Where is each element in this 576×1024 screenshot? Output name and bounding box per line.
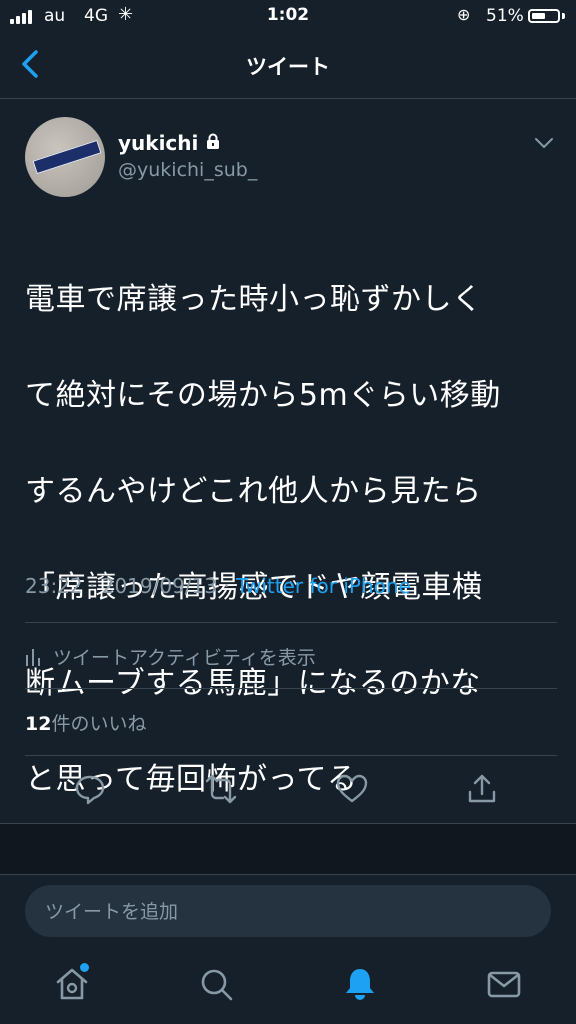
status-bar: au 4G ✳ 1:02 ⊕ 51% <box>0 0 576 34</box>
search-icon[interactable] <box>198 966 234 1002</box>
tweet-text: 電車で席譲った時小っ恥ずかしく て絶対にその場から5mぐらい移動 するんやけどこ… <box>25 228 555 852</box>
tweet-source-link[interactable]: Twitter for iPhone <box>236 574 411 598</box>
likes-count[interactable]: 12件のいいね <box>25 709 146 736</box>
rotation-lock-icon: ⊕ <box>457 5 471 24</box>
page-title: ツイート <box>246 55 330 79</box>
tweet-meta: 23:22 · 2019/09/13 · Twitter for iPhone <box>25 574 411 598</box>
battery-icon <box>528 9 560 23</box>
battery-percent: 51% <box>486 6 524 26</box>
like-label: 件のいいね <box>51 713 147 735</box>
author-handle[interactable]: @yukichi_sub_ <box>118 159 257 181</box>
analytics-icon <box>26 648 40 666</box>
meta-separator: · <box>89 574 96 598</box>
avatar[interactable] <box>25 117 105 197</box>
divider <box>25 755 557 756</box>
retweet-icon[interactable] <box>204 772 238 806</box>
new-content-dot <box>80 963 89 972</box>
mail-icon[interactable] <box>486 966 522 1002</box>
battery-tip <box>562 13 565 19</box>
tweet-text-line: 電車で席譲った時小っ恥ずかしく <box>25 282 483 317</box>
tweet-text-line: するんやけどこれ他人から見たら <box>25 474 482 509</box>
chevron-down-icon[interactable] <box>533 136 555 150</box>
tweet-activity-label: ツイートアクティビティを表示 <box>53 647 316 669</box>
tweet-time: 23:22 <box>25 574 83 598</box>
divider <box>25 688 557 689</box>
share-icon[interactable] <box>465 772 499 806</box>
heart-icon[interactable] <box>335 772 369 806</box>
meta-separator: · <box>223 574 230 598</box>
protected-lock-icon <box>207 133 219 149</box>
bell-icon[interactable] <box>342 966 378 1002</box>
section-gap <box>0 823 576 875</box>
tweet-text-line: て絶対にその場から5mぐらい移動 <box>25 378 501 413</box>
tweet-activity-link[interactable]: ツイートアクティビティを表示 <box>25 643 316 670</box>
like-number: 12 <box>25 713 52 735</box>
avatar-sticker <box>32 139 102 175</box>
nav-header: ツイート <box>0 34 576 99</box>
tweet-date: 2019/09/13 <box>101 574 217 598</box>
divider <box>25 622 557 623</box>
author-name[interactable]: yukichi <box>118 131 198 155</box>
reply-icon[interactable] <box>73 772 107 806</box>
reply-placeholder: ツイートを追加 <box>45 901 179 923</box>
